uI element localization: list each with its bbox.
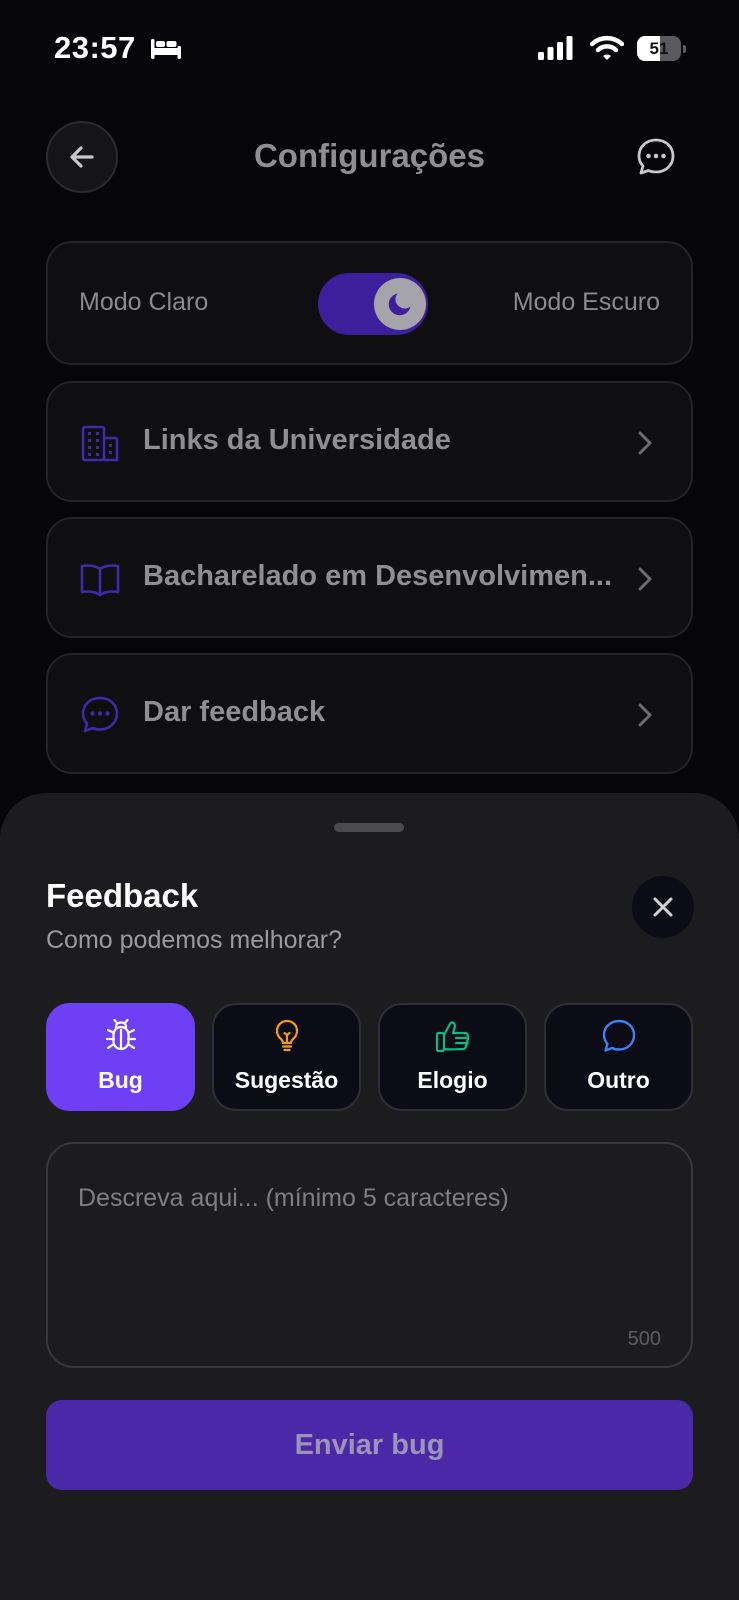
chat-button[interactable] — [620, 121, 692, 193]
close-button[interactable] — [632, 876, 694, 938]
menu-item-university-links[interactable]: Links da Universidade — [46, 381, 693, 502]
chat-bubble-dots-icon — [81, 696, 119, 733]
light-mode-label: Modo Claro — [79, 288, 209, 316]
bed-icon — [151, 39, 181, 59]
lightbulb-icon — [275, 1019, 298, 1052]
book-open-icon — [80, 564, 120, 597]
settings-screen: 23:57 51 Configurações Modo Claro Modo E… — [0, 0, 739, 1600]
battery-level: 51 — [649, 39, 669, 58]
chevron-right-icon — [638, 431, 652, 455]
type-option-label: Bug — [98, 1067, 143, 1093]
close-icon — [653, 897, 673, 917]
feedback-description-input[interactable] — [78, 1184, 658, 1304]
thumbs-up-icon — [435, 1021, 469, 1053]
menu-item-course[interactable]: Bacharelado em Desenvolvimen... — [46, 517, 693, 638]
menu-item-label: Links da Universidade — [143, 424, 451, 456]
submit-feedback-button[interactable]: Enviar bug — [46, 1400, 693, 1490]
chevron-right-icon — [638, 703, 652, 727]
sheet-subtitle: Como podemos melhorar? — [46, 926, 342, 954]
dark-mode-label: Modo Escuro — [512, 288, 660, 316]
wifi-icon — [590, 35, 624, 60]
moon-icon — [388, 293, 411, 316]
type-option-other[interactable]: Outro — [544, 1003, 693, 1111]
bug-icon — [105, 1018, 136, 1051]
type-option-bug[interactable]: Bug — [46, 1003, 195, 1111]
type-option-compliment[interactable]: Elogio — [378, 1003, 527, 1111]
type-option-label: Elogio — [417, 1067, 488, 1093]
sheet-title: Feedback — [46, 877, 199, 914]
chat-bubble-icon — [602, 1019, 635, 1052]
building-icon — [81, 425, 119, 462]
menu-item-give-feedback[interactable]: Dar feedback — [46, 653, 693, 774]
chat-bubble-dots-icon — [637, 138, 675, 175]
dark-mode-toggle[interactable] — [318, 273, 428, 335]
battery-icon: 51 — [637, 36, 686, 61]
character-limit: 500 — [627, 1328, 661, 1350]
feedback-textarea-container: 500 — [46, 1142, 693, 1368]
status-time: 23:57 — [54, 30, 136, 65]
menu-item-label: Dar feedback — [143, 696, 326, 728]
cellular-signal-icon — [538, 36, 573, 60]
theme-card: Modo Claro Modo Escuro — [46, 241, 693, 365]
type-option-label: Sugestão — [234, 1067, 339, 1093]
menu-item-label: Bacharelado em Desenvolvimen... — [143, 560, 613, 592]
feedback-sheet: Feedback Como podemos melhorar? Bug Suge… — [0, 793, 739, 1600]
chevron-right-icon — [638, 567, 652, 591]
sheet-drag-handle[interactable] — [334, 823, 404, 832]
toggle-knob — [374, 278, 426, 330]
type-option-label: Outro — [587, 1067, 650, 1093]
type-option-suggestion[interactable]: Sugestão — [212, 1003, 361, 1111]
